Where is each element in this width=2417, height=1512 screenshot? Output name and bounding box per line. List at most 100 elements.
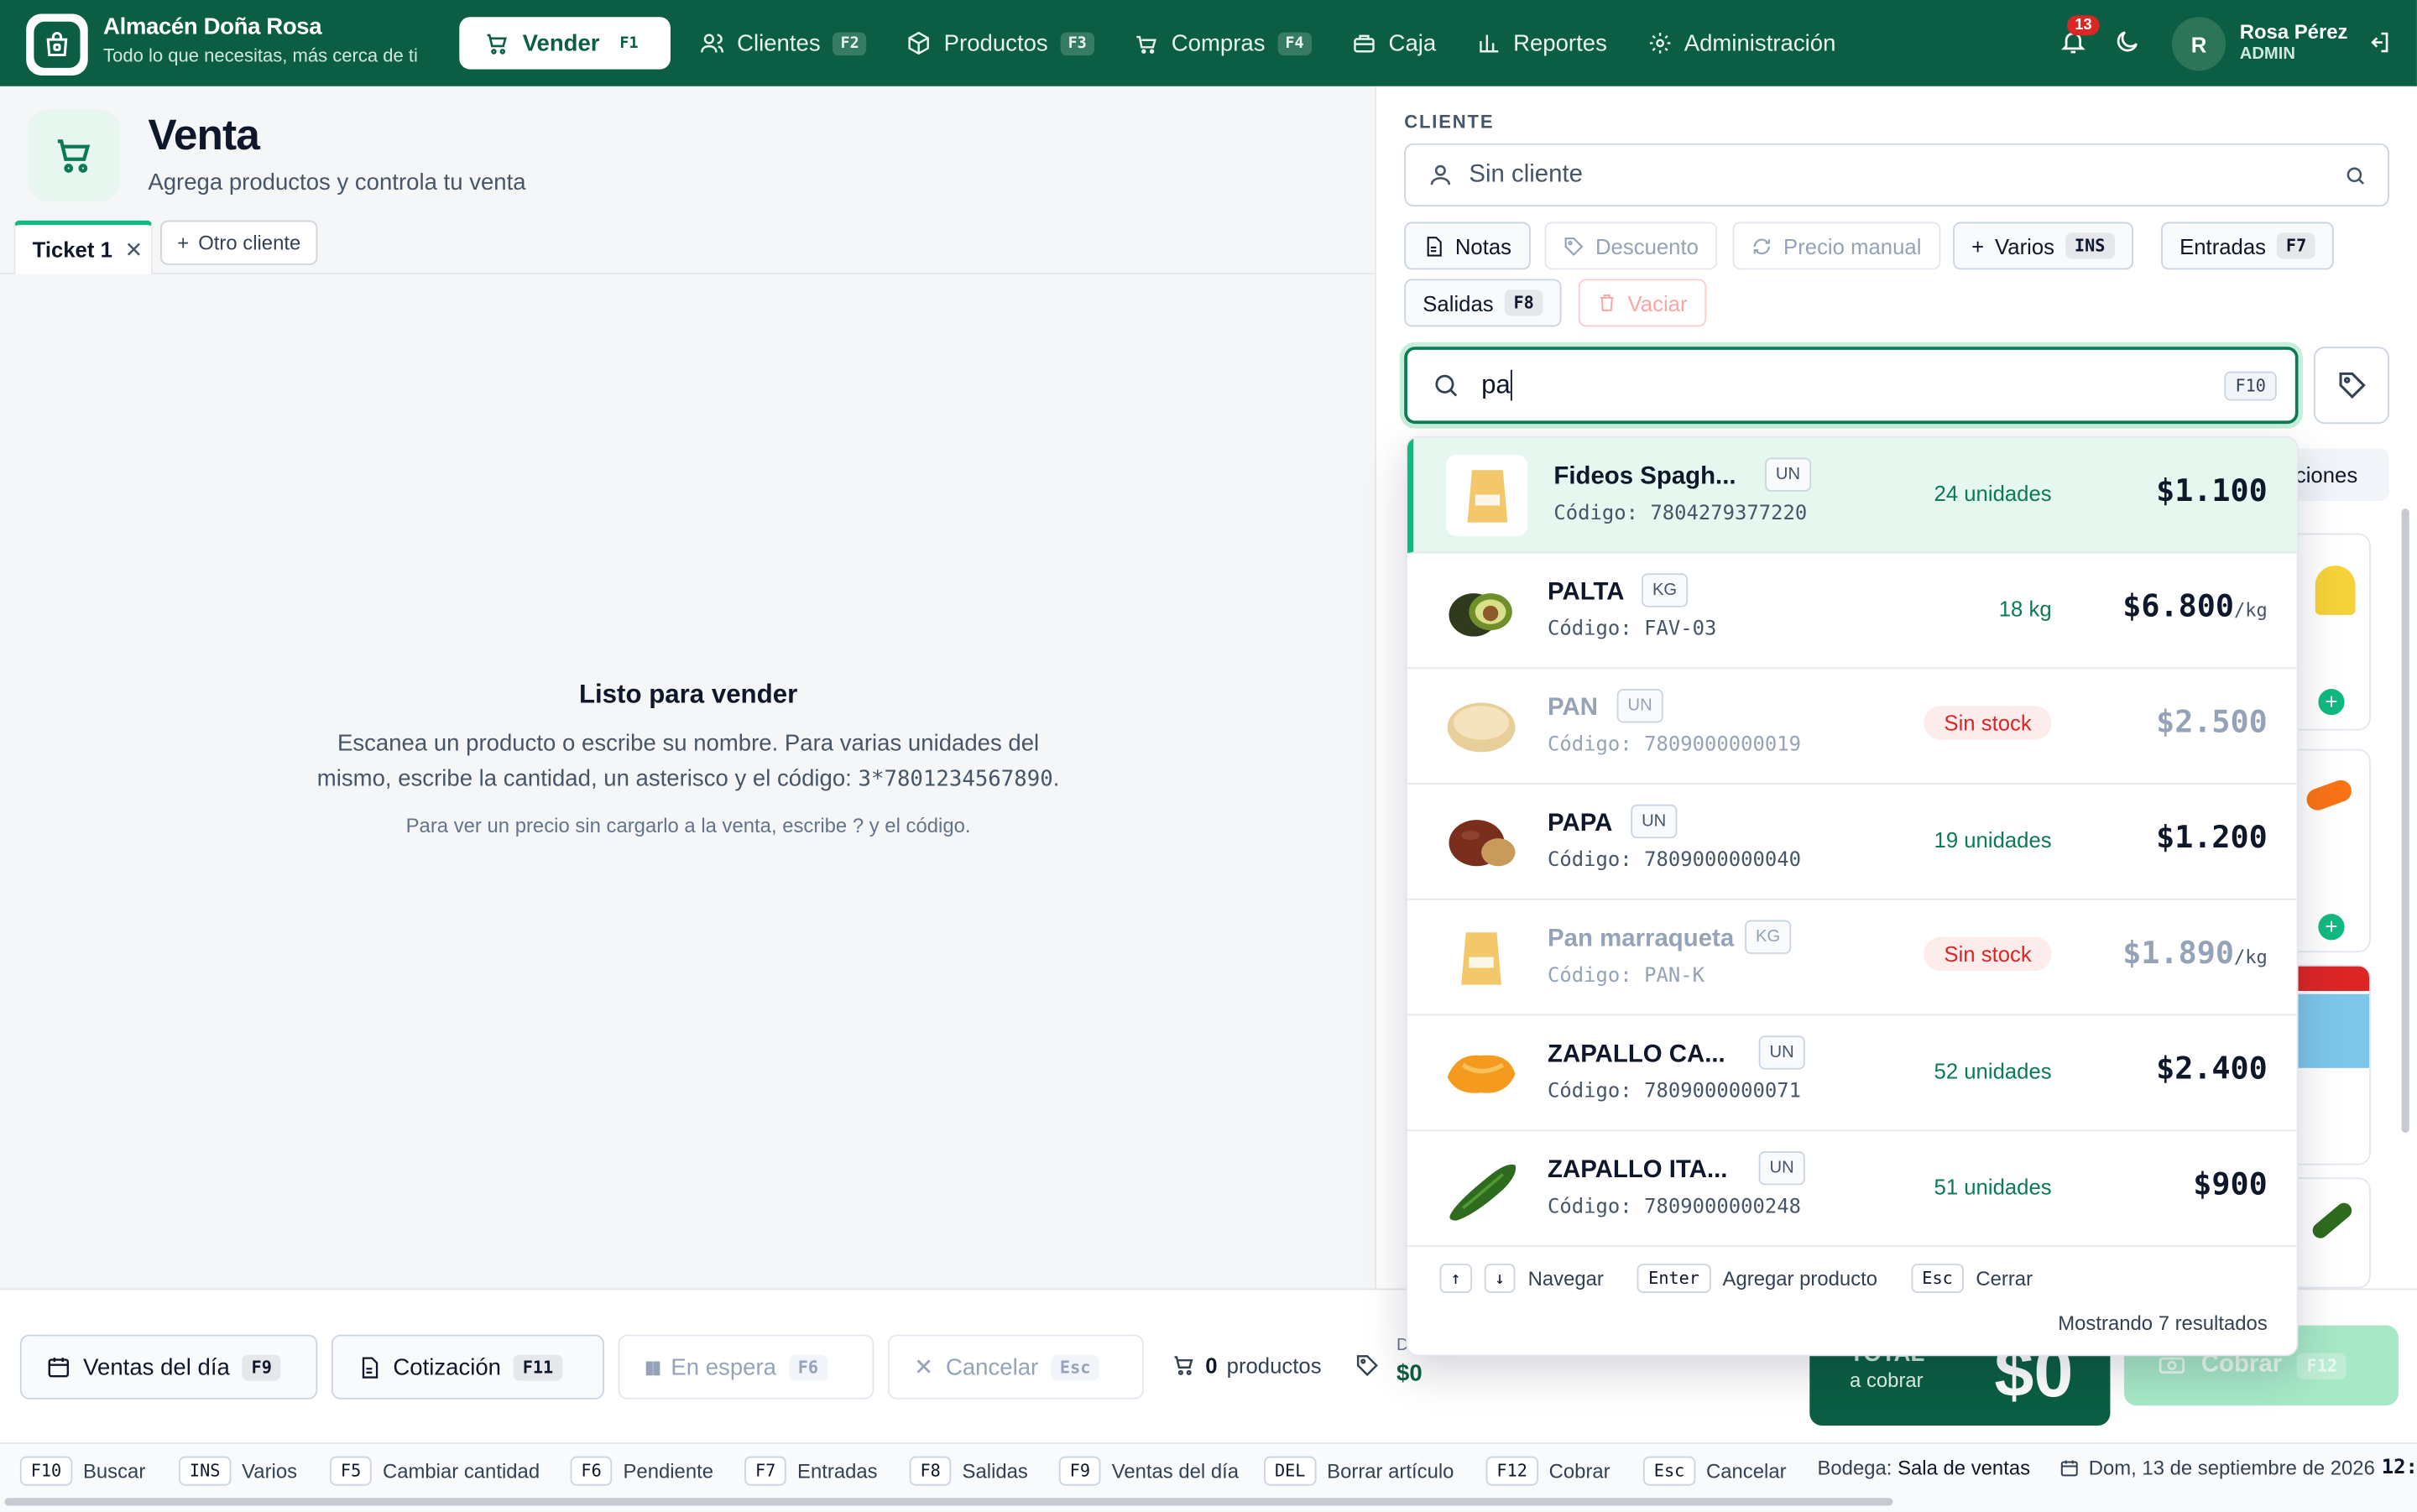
search-icon <box>2347 167 2365 185</box>
nav-reportes-label: Reportes <box>1513 29 1607 57</box>
nav-administracion[interactable]: Administración <box>1627 17 1856 69</box>
promotions-tab[interactable]: ciones <box>2285 448 2389 501</box>
discount-button[interactable]: Descuento <box>1544 222 1717 270</box>
dropdown-footer: ↑ ↓ Navegar Enter Agregar producto Esc C… <box>1407 1247 2297 1355</box>
nav-vender-key: F1 <box>619 34 639 52</box>
nav-compras[interactable]: Compras F4 <box>1115 17 1332 69</box>
daily-sales-key: F9 <box>242 1353 281 1380</box>
unit-badge: UN <box>1631 804 1678 839</box>
search-results-dropdown: Fideos Spagh... UN Código: 7804279377220 24… <box>1406 435 2299 1357</box>
shortcut-item: F5 Cambiar cantidad <box>330 1456 540 1486</box>
tag-button[interactable] <box>2313 347 2389 425</box>
product-card-carrot[interactable]: + <box>2285 748 2371 953</box>
banana-icon <box>2315 566 2356 615</box>
dropdown-key-hints: ↑ ↓ Navegar Enter Agregar producto Esc C… <box>1439 1264 2033 1293</box>
product-code-value: 7804279377220 <box>1650 502 1808 526</box>
search-result-row[interactable]: ZAPALLO CA... UN Código: 7809000000071 52 u… <box>1407 1015 2297 1132</box>
product-code-label: Código: <box>1548 1196 1632 1219</box>
nav-compras-label: Compras <box>1171 29 1266 57</box>
unit-badge: UN <box>1758 1151 1805 1186</box>
enter-key: Enter <box>1637 1264 1710 1293</box>
product-code: Código: 7804279377220 <box>1553 503 1807 526</box>
empty-body: Escanea un producto o escribe su nombre.… <box>316 730 1060 793</box>
product-name: ZAPALLO ITA... <box>1548 1157 1728 1184</box>
nav-vender[interactable]: Vender F1 <box>459 17 671 70</box>
daily-sales-button[interactable]: Ventas del día F9 <box>19 1334 318 1400</box>
search-result-row[interactable]: ZAPALLO ITA... UN Código: 7809000000248 51 … <box>1407 1131 2297 1247</box>
pay-key: F12 <box>2297 1352 2347 1379</box>
quote-button[interactable]: Cotización F11 <box>331 1334 604 1400</box>
tag-icon <box>1356 1355 1378 1377</box>
product-card-milk[interactable] <box>2285 964 2371 1165</box>
search-result-row[interactable]: PALTA KG Código: FAV-03 18 kg $6.800/kg <box>1407 553 2297 670</box>
calendar-icon <box>48 1358 70 1378</box>
plus-icon: + <box>177 231 190 255</box>
basket-icon <box>1136 35 1156 54</box>
nav-reportes[interactable]: Reportes <box>1456 17 1627 69</box>
hold-button[interactable]: ▮▮ En espera F6 <box>618 1334 874 1400</box>
outputs-button[interactable]: Salidas F8 <box>1404 279 1562 327</box>
clear-button[interactable]: Vaciar <box>1578 279 1706 327</box>
search-result-row[interactable]: Pan marraqueta KG Código: PAN-K Sin stock $1… <box>1407 900 2297 1016</box>
inputs-button[interactable]: Entradas F7 <box>2161 222 2335 270</box>
add-icon[interactable]: + <box>2318 914 2345 941</box>
page-subtitle: Agrega productos y controla tu venta <box>148 169 526 196</box>
refresh-icon <box>1753 237 1770 254</box>
hold-label: En espera <box>671 1353 776 1380</box>
product-name: PAPA <box>1548 811 1613 837</box>
add-client-tab-button[interactable]: + Otro cliente <box>160 220 318 265</box>
avatar[interactable]: R <box>2171 17 2226 71</box>
client-search-input[interactable]: Sin cliente <box>1404 143 2389 207</box>
nav-clientes-key: F2 <box>833 31 867 55</box>
nav-clientes[interactable]: Clientes F2 <box>680 17 887 69</box>
horizontal-scrollbar[interactable] <box>4 1498 1893 1506</box>
discount-summary-value: $0 <box>1396 1360 1423 1388</box>
close-icon: ✕ <box>914 1354 934 1381</box>
esc-key: Esc <box>1911 1264 1964 1293</box>
search-result-row[interactable]: Fideos Spagh... UN Código: 7804279377220 24… <box>1407 437 2297 554</box>
milk-icon <box>2287 993 2370 1068</box>
shortcut-key: INS <box>179 1456 232 1486</box>
price-value: $1.200 <box>2156 818 2268 856</box>
product-price: $900 <box>2193 1165 2267 1202</box>
shortcut-label: Ventas del día <box>1111 1459 1240 1483</box>
product-count: 0 productos <box>1172 1353 1322 1378</box>
shortcut-key: F12 <box>1485 1456 1538 1486</box>
notes-button[interactable]: Notas <box>1404 222 1531 270</box>
product-price: $1.100 <box>2156 472 2268 508</box>
search-result-row[interactable]: PAPA UN Código: 7809000000040 19 unidades $1… <box>1407 785 2297 900</box>
price-value: $2.500 <box>2156 702 2268 740</box>
search-result-row[interactable]: PAN UN Código: 7809000000019 Sin stock $2.50… <box>1407 669 2297 785</box>
sale-pane: Venta Agrega productos y controla tu ven… <box>0 86 1377 1289</box>
cancel-sale-button[interactable]: ✕ Cancelar Esc <box>887 1334 1144 1400</box>
empty-example-code: 3*7801234567890 <box>858 767 1053 793</box>
add-icon[interactable]: + <box>2318 689 2345 716</box>
product-thumbnail <box>1439 917 1521 998</box>
ticket-tabs: Ticket 1 ✕ + Otro cliente <box>0 217 1377 274</box>
tag-icon <box>1564 237 1584 256</box>
tab-ticket-1[interactable]: Ticket 1 ✕ <box>13 220 153 274</box>
hold-key: F6 <box>788 1353 828 1380</box>
manual-price-button[interactable]: Precio manual <box>1732 222 1940 270</box>
product-thumbnail <box>1445 454 1528 537</box>
product-card-zucchini[interactable] <box>2285 1177 2371 1289</box>
product-code-label: Código: <box>1548 964 1632 988</box>
manual-price-label: Precio manual <box>1783 233 1922 258</box>
unit-badge: UN <box>1765 457 1811 492</box>
logout-icon[interactable] <box>2366 29 2392 55</box>
close-icon[interactable]: ✕ <box>125 237 144 263</box>
moon-icon[interactable] <box>2113 28 2141 55</box>
misc-button[interactable]: + Varios INS <box>1953 222 2133 270</box>
shortcut-key: DEL <box>1264 1456 1317 1486</box>
product-name: PAN <box>1548 695 1598 722</box>
shortcut-item: F9 Ventas del día <box>1058 1456 1240 1486</box>
store-logo-icon[interactable] <box>26 13 88 76</box>
cancel-sale-label: Cancelar <box>945 1353 1039 1380</box>
warehouse-value: Sala de ventas <box>1898 1456 2031 1480</box>
nav-caja[interactable]: Caja <box>1332 17 1457 69</box>
product-card-banana[interactable]: + <box>2285 533 2371 731</box>
product-search-input[interactable]: pa F10 <box>1404 347 2299 425</box>
nav-productos[interactable]: Productos F3 <box>887 17 1115 69</box>
vertical-scrollbar[interactable] <box>2401 508 2409 1133</box>
product-code-label: Código: <box>1548 1080 1632 1104</box>
